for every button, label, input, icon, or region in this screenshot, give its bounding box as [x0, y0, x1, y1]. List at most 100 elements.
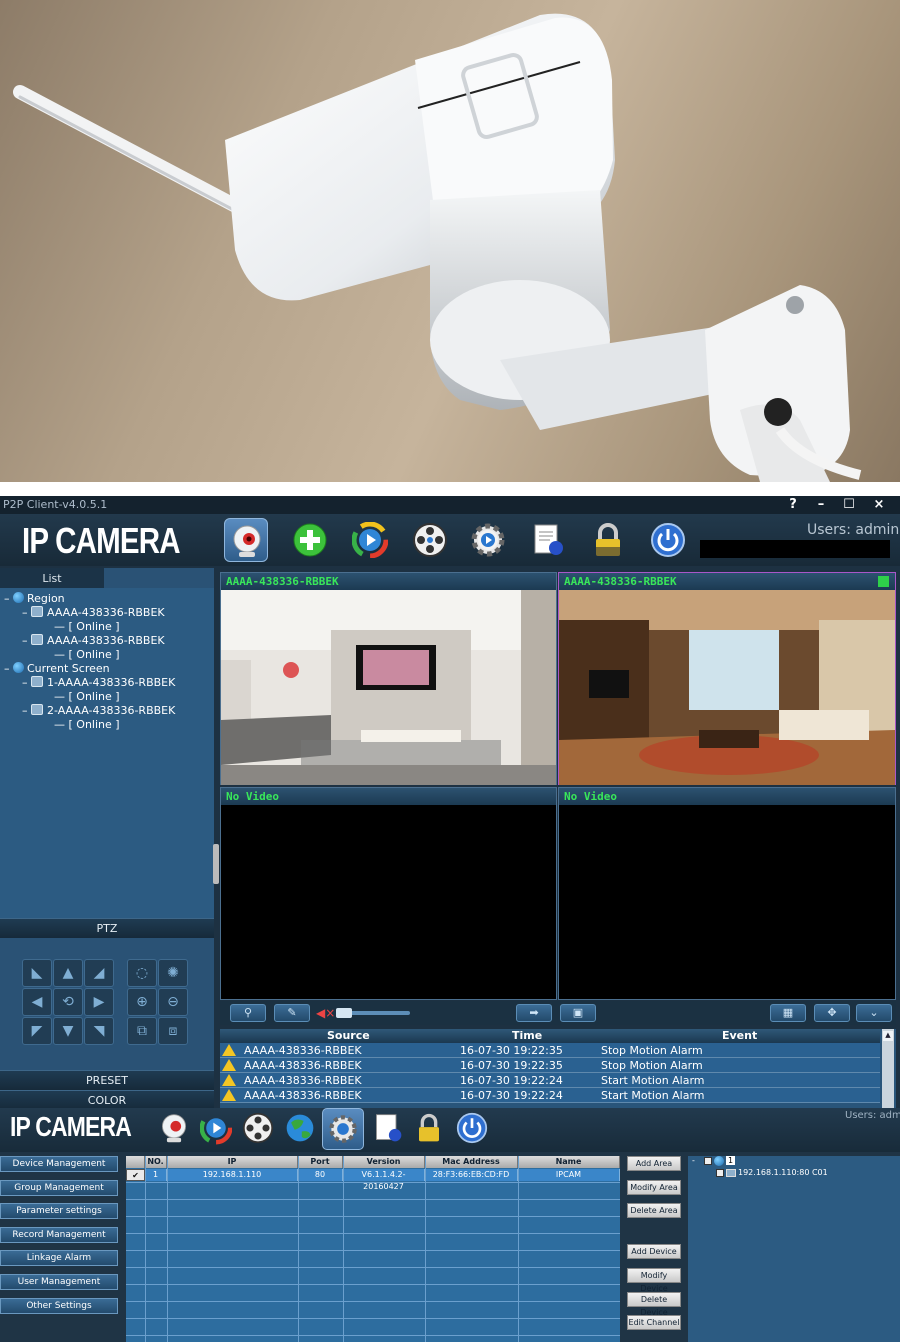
log-button[interactable]	[526, 518, 570, 562]
cell-name: IPCAM	[518, 1169, 620, 1181]
lock-button[interactable]	[586, 518, 630, 562]
sidebar-device-management[interactable]: Device Management	[0, 1156, 118, 1172]
ptz-down-left-button[interactable]: ◤	[22, 1017, 52, 1045]
event-row[interactable]: AAAA-438336-RBBEK 16-07-30 19:22:24 Star…	[220, 1088, 880, 1103]
power-icon[interactable]	[456, 1111, 488, 1145]
event-row[interactable]: AAAA-438336-RBBEK 16-07-30 19:22:24 Star…	[220, 1073, 880, 1088]
grid-icon: ▦	[782, 1006, 794, 1019]
add-device-button[interactable]	[288, 518, 332, 562]
grid-line	[167, 1156, 168, 1342]
record-clip-button[interactable]: ➡	[516, 1004, 552, 1022]
snapshot-button[interactable]: ▣	[560, 1004, 596, 1022]
iris-open-button[interactable]: ⧉	[127, 1017, 157, 1045]
search-button[interactable]: ⚲	[230, 1004, 266, 1022]
column-no: NO.	[145, 1156, 167, 1168]
video-pane-1[interactable]: AAAA-438336-RBBEK	[220, 572, 557, 785]
add-device-button[interactable]: Add Device	[627, 1244, 681, 1259]
ptz-right-button[interactable]: ▶	[84, 988, 114, 1016]
video-feed-empty	[221, 805, 556, 999]
focus-near-button[interactable]: ◌	[127, 959, 157, 987]
tree-node-screen-device[interactable]: – 2-AAAA-438336-RBBEK	[22, 704, 175, 718]
fullscreen-button[interactable]: ✥	[814, 1004, 850, 1022]
video-pane-3[interactable]: No Video	[220, 787, 557, 1000]
ptz-auto-button[interactable]: ⟲	[53, 988, 83, 1016]
log-icon[interactable]	[372, 1111, 404, 1145]
row-checkbox[interactable]: ✔	[126, 1169, 145, 1181]
maximize-button[interactable]: ☐	[836, 496, 862, 514]
sidebar-group-management[interactable]: Group Management	[0, 1180, 118, 1196]
panel-collapse-handle[interactable]	[213, 844, 219, 884]
delete-device-button[interactable]: Delete Device	[627, 1292, 681, 1317]
scroll-up-icon[interactable]: ▲	[883, 1031, 893, 1041]
column-port: Port	[298, 1156, 343, 1168]
minimize-button[interactable]: –	[808, 496, 834, 514]
preset-section-header[interactable]: PRESET	[0, 1070, 214, 1090]
tree-node-current-screen[interactable]: – Current Screen	[4, 662, 110, 676]
globe-icon	[13, 662, 24, 673]
ptz-down-right-button[interactable]: ◥	[84, 1017, 114, 1045]
expand-down-button[interactable]: ⌄	[856, 1004, 892, 1022]
settings-tab-button[interactable]	[322, 1108, 364, 1150]
tree-checkbox[interactable]	[716, 1169, 724, 1177]
tree-node-screen-device[interactable]: – 1-AAAA-438336-RBBEK	[22, 676, 175, 690]
speaker-mute-icon[interactable]: ◀×	[316, 1006, 335, 1020]
playback-button[interactable]	[348, 518, 392, 562]
volume-slider-thumb[interactable]	[336, 1008, 352, 1018]
tree-node-device[interactable]: – AAAA-438336-RBBEK	[22, 634, 165, 648]
playback-icon[interactable]	[200, 1111, 232, 1145]
modify-area-button[interactable]: Modify Area	[627, 1180, 681, 1195]
live-view-button[interactable]	[224, 518, 268, 562]
ptz-down-button[interactable]: ▼	[53, 1017, 83, 1045]
tree-node-region[interactable]: – Region	[4, 592, 65, 606]
ptz-up-left-button[interactable]: ◣	[22, 959, 52, 987]
layout-grid-button[interactable]: ▦	[770, 1004, 806, 1022]
add-area-button[interactable]: Add Area	[627, 1156, 681, 1171]
webcam-icon[interactable]	[158, 1111, 190, 1145]
color-section-header[interactable]: COLOR	[0, 1090, 214, 1108]
chevron-down-icon: ⌄	[869, 1006, 879, 1019]
settings-button[interactable]	[466, 518, 510, 562]
grid-line	[126, 1216, 620, 1217]
status-bar	[700, 540, 890, 558]
video-pane-2[interactable]: AAAA-438336-RBBEK	[558, 572, 896, 785]
help-button[interactable]: ?	[780, 496, 806, 514]
tools-button[interactable]: ✎	[274, 1004, 310, 1022]
volume-slider[interactable]	[336, 1008, 410, 1018]
delete-area-button[interactable]: Delete Area	[627, 1203, 681, 1218]
event-row[interactable]: AAAA-438336-RBBEK 16-07-30 19:22:35 Stop…	[220, 1058, 880, 1073]
edit-channel-button[interactable]: Edit Channel	[627, 1315, 681, 1330]
modify-device-button[interactable]: Modify Device	[627, 1268, 681, 1293]
column-mac: Mac Address	[425, 1156, 518, 1168]
sidebar-other-settings[interactable]: Other Settings	[0, 1298, 118, 1314]
close-button[interactable]: ×	[866, 496, 892, 514]
globe-icon[interactable]	[284, 1111, 316, 1145]
record-button[interactable]	[408, 518, 452, 562]
ptz-up-button[interactable]: ▲	[53, 959, 83, 987]
zoom-in-button[interactable]: ⊕	[127, 988, 157, 1016]
iris-close-button[interactable]: ⧈	[158, 1017, 188, 1045]
tree-root-node[interactable]: - 1	[692, 1156, 736, 1166]
device-tree: – Region – AAAA-438336-RBBEK — [ Online …	[0, 588, 214, 918]
sidebar-linkage-alarm[interactable]: Linkage Alarm	[0, 1250, 118, 1266]
grid-line	[126, 1267, 620, 1268]
power-button[interactable]	[646, 518, 690, 562]
tree-checkbox[interactable]	[704, 1157, 712, 1165]
device-table: NO. IP Port Version Mac Address Name ✔ 1…	[126, 1156, 620, 1342]
video-pane-4[interactable]: No Video	[558, 787, 896, 1000]
focus-far-button[interactable]: ✺	[158, 959, 188, 987]
tab-list[interactable]: List	[0, 568, 104, 588]
sidebar-record-management[interactable]: Record Management	[0, 1227, 118, 1243]
settings-current-user-label: Users: admin	[845, 1110, 900, 1121]
sidebar-parameter-settings[interactable]: Parameter settings	[0, 1203, 118, 1219]
event-scrollbar[interactable]: ▲	[882, 1029, 894, 1108]
ptz-up-right-button[interactable]: ◢	[84, 959, 114, 987]
ptz-left-button[interactable]: ◀	[22, 988, 52, 1016]
sidebar-user-management[interactable]: User Management	[0, 1274, 118, 1290]
tree-node-device[interactable]: – AAAA-438336-RBBEK	[22, 606, 165, 620]
ptz-section-header[interactable]: PTZ	[0, 918, 214, 938]
event-row[interactable]: AAAA-438336-RBBEK 16-07-30 19:22:35 Stop…	[220, 1043, 880, 1058]
film-reel-icon[interactable]	[242, 1111, 274, 1145]
grid-line	[126, 1233, 620, 1234]
zoom-out-button[interactable]: ⊖	[158, 988, 188, 1016]
lock-icon[interactable]	[414, 1111, 444, 1145]
